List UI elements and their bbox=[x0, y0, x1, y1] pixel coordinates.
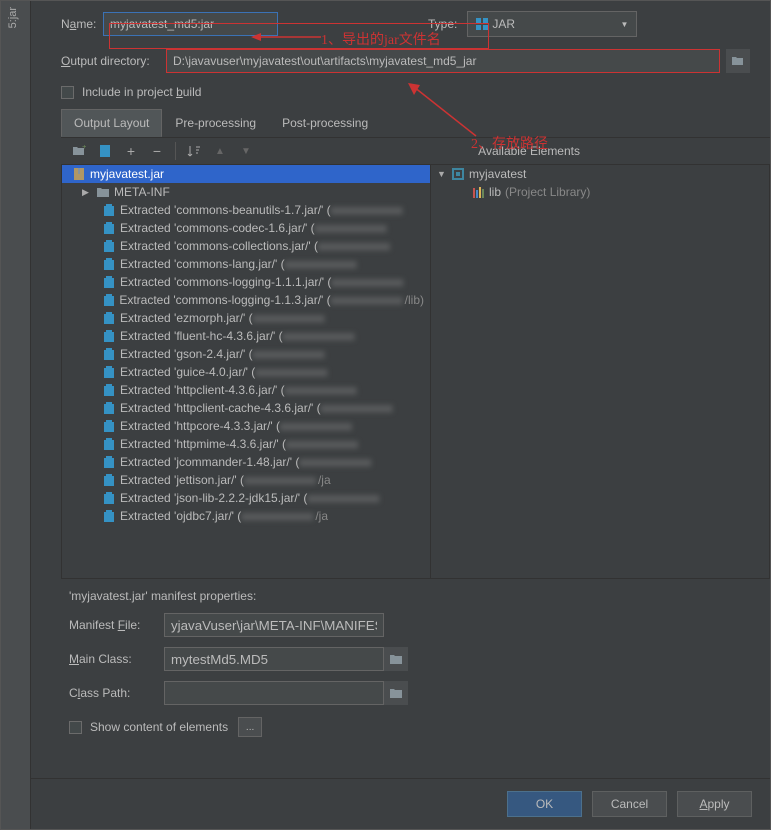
available-elements-tree[interactable]: ▼ myjavatest lib (Project Library) bbox=[431, 164, 770, 579]
tree-extracted-item[interactable]: Extracted 'httpcore-4.3.3.jar/' (xxxxxxx… bbox=[62, 417, 430, 435]
left-sidebar-strip: 5:jar bbox=[1, 1, 31, 829]
include-build-label: Include in project build bbox=[82, 85, 201, 99]
tab-bar: Output Layout Pre-processing Post-proces… bbox=[61, 109, 770, 138]
output-dir-input[interactable] bbox=[166, 49, 720, 73]
left-strip-label: 5:jar bbox=[1, 1, 25, 34]
split-panel: myjavatest.jar ▶ META-INF Extracted 'com… bbox=[61, 164, 770, 579]
package-icon bbox=[102, 311, 116, 325]
package-icon bbox=[102, 437, 116, 451]
tree-extracted-item[interactable]: Extracted 'httpclient-4.3.6.jar/' (xxxxx… bbox=[62, 381, 430, 399]
props-title: 'myjavatest.jar' manifest properties: bbox=[69, 589, 740, 603]
package-icon bbox=[102, 221, 116, 235]
package-icon bbox=[102, 509, 116, 523]
library-icon bbox=[471, 185, 485, 199]
module-icon bbox=[451, 167, 465, 181]
main-class-input[interactable] bbox=[164, 647, 384, 671]
output-dir-label: Output directory: bbox=[61, 54, 166, 68]
manifest-file-input[interactable] bbox=[164, 613, 384, 637]
tree-lib-node[interactable]: lib (Project Library) bbox=[431, 183, 769, 201]
toolbar-separator bbox=[175, 142, 176, 160]
name-input[interactable] bbox=[103, 12, 278, 36]
package-icon bbox=[102, 473, 116, 487]
type-label: Type: bbox=[428, 17, 457, 31]
package-icon bbox=[102, 419, 116, 433]
package-icon bbox=[102, 239, 116, 253]
show-content-expand-button[interactable]: ... bbox=[238, 717, 262, 737]
tree-root-jar[interactable]: myjavatest.jar bbox=[62, 165, 430, 183]
browse-class-path-button[interactable] bbox=[384, 681, 408, 705]
up-icon[interactable]: ▲ bbox=[212, 143, 228, 159]
package-icon bbox=[102, 365, 116, 379]
package-icon bbox=[102, 401, 116, 415]
layout-toolbar: + + − ▲ ▼ Available Elements bbox=[31, 138, 770, 164]
artifact-dialog: 5:jar Name: Type: JAR ▼ Output bbox=[0, 0, 771, 830]
package-icon bbox=[102, 203, 116, 217]
tree-extracted-item[interactable]: Extracted 'json-lib-2.2.2-jdk15.jar/' (x… bbox=[62, 489, 430, 507]
main-class-label: Main Class: bbox=[69, 652, 164, 666]
sort-icon[interactable] bbox=[186, 143, 202, 159]
expand-arrow-icon[interactable]: ▶ bbox=[82, 187, 92, 198]
tree-extracted-item[interactable]: Extracted 'ojdbc7.jar/' (xxxxxxxxxxxx/ja bbox=[62, 507, 430, 525]
tree-extracted-item[interactable]: Extracted 'gson-2.4.jar/' (xxxxxxxxxxxx bbox=[62, 345, 430, 363]
jar-icon bbox=[476, 18, 488, 30]
tab-output-layout[interactable]: Output Layout bbox=[61, 109, 162, 137]
package-icon bbox=[102, 347, 116, 361]
tree-extracted-item[interactable]: Extracted 'jettison.jar/' (xxxxxxxxxxxx/… bbox=[62, 471, 430, 489]
expand-arrow-icon[interactable]: ▼ bbox=[437, 169, 447, 179]
folder-icon bbox=[96, 185, 110, 199]
tab-pre-processing[interactable]: Pre-processing bbox=[162, 109, 269, 137]
chevron-down-icon: ▼ bbox=[620, 20, 628, 29]
dialog-button-bar: OK Cancel Apply bbox=[31, 778, 770, 829]
archive-icon bbox=[72, 167, 86, 181]
package-icon bbox=[102, 293, 115, 307]
tree-extracted-item[interactable]: Extracted 'commons-codec-1.6.jar/' (xxxx… bbox=[62, 219, 430, 237]
svg-text:+: + bbox=[82, 145, 86, 151]
ok-button[interactable]: OK bbox=[507, 791, 582, 817]
tree-extracted-item[interactable]: Extracted 'commons-logging-1.1.1.jar/' (… bbox=[62, 273, 430, 291]
package-icon bbox=[102, 329, 116, 343]
remove-icon[interactable]: − bbox=[149, 143, 165, 159]
add-icon[interactable]: + bbox=[123, 143, 139, 159]
type-value: JAR bbox=[492, 17, 515, 31]
package-icon bbox=[102, 257, 116, 271]
package-icon bbox=[102, 491, 116, 505]
class-path-input[interactable] bbox=[164, 681, 384, 705]
package-icon bbox=[102, 275, 116, 289]
include-build-checkbox[interactable] bbox=[61, 86, 74, 99]
name-label: Name: bbox=[61, 17, 103, 31]
folder-icon bbox=[731, 55, 745, 67]
tree-project-root[interactable]: ▼ myjavatest bbox=[431, 165, 769, 183]
new-folder-icon[interactable]: + bbox=[71, 143, 87, 159]
show-content-checkbox[interactable] bbox=[69, 721, 82, 734]
show-content-label: Show content of elements bbox=[90, 720, 228, 734]
down-icon[interactable]: ▼ bbox=[238, 143, 254, 159]
manifest-properties: 'myjavatest.jar' manifest properties: Ma… bbox=[69, 589, 740, 705]
new-archive-icon[interactable] bbox=[97, 143, 113, 159]
available-elements-label: Available Elements bbox=[478, 144, 580, 158]
tree-extracted-item[interactable]: Extracted 'jcommander-1.48.jar/' (xxxxxx… bbox=[62, 453, 430, 471]
tree-extracted-item[interactable]: Extracted 'ezmorph.jar/' (xxxxxxxxxxxx bbox=[62, 309, 430, 327]
package-icon bbox=[102, 383, 116, 397]
tree-extracted-item[interactable]: Extracted 'httpclient-cache-4.3.6.jar/' … bbox=[62, 399, 430, 417]
tab-post-processing[interactable]: Post-processing bbox=[269, 109, 381, 137]
tree-extracted-item[interactable]: Extracted 'commons-beanutils-1.7.jar/' (… bbox=[62, 201, 430, 219]
tree-extracted-item[interactable]: Extracted 'commons-collections.jar/' (xx… bbox=[62, 237, 430, 255]
tree-extracted-item[interactable]: Extracted 'commons-lang.jar/' (xxxxxxxxx… bbox=[62, 255, 430, 273]
tree-extracted-item[interactable]: Extracted 'httpmime-4.3.6.jar/' (xxxxxxx… bbox=[62, 435, 430, 453]
browse-main-class-button[interactable] bbox=[384, 647, 408, 671]
output-layout-tree[interactable]: myjavatest.jar ▶ META-INF Extracted 'com… bbox=[61, 164, 431, 579]
tree-meta-inf[interactable]: ▶ META-INF bbox=[62, 183, 430, 201]
manifest-file-label: Manifest File: bbox=[69, 618, 164, 632]
tree-extracted-item[interactable]: Extracted 'commons-logging-1.1.3.jar/' (… bbox=[62, 291, 430, 309]
cancel-button[interactable]: Cancel bbox=[592, 791, 667, 817]
browse-output-button[interactable] bbox=[726, 49, 750, 73]
dialog-content: Name: Type: JAR ▼ Output directory: bbox=[31, 1, 770, 737]
tree-extracted-item[interactable]: Extracted 'fluent-hc-4.3.6.jar/' (xxxxxx… bbox=[62, 327, 430, 345]
class-path-label: Class Path: bbox=[69, 686, 164, 700]
type-dropdown[interactable]: JAR ▼ bbox=[467, 11, 637, 37]
apply-button[interactable]: Apply bbox=[677, 791, 752, 817]
package-icon bbox=[102, 455, 116, 469]
tree-extracted-item[interactable]: Extracted 'guice-4.0.jar/' (xxxxxxxxxxxx bbox=[62, 363, 430, 381]
